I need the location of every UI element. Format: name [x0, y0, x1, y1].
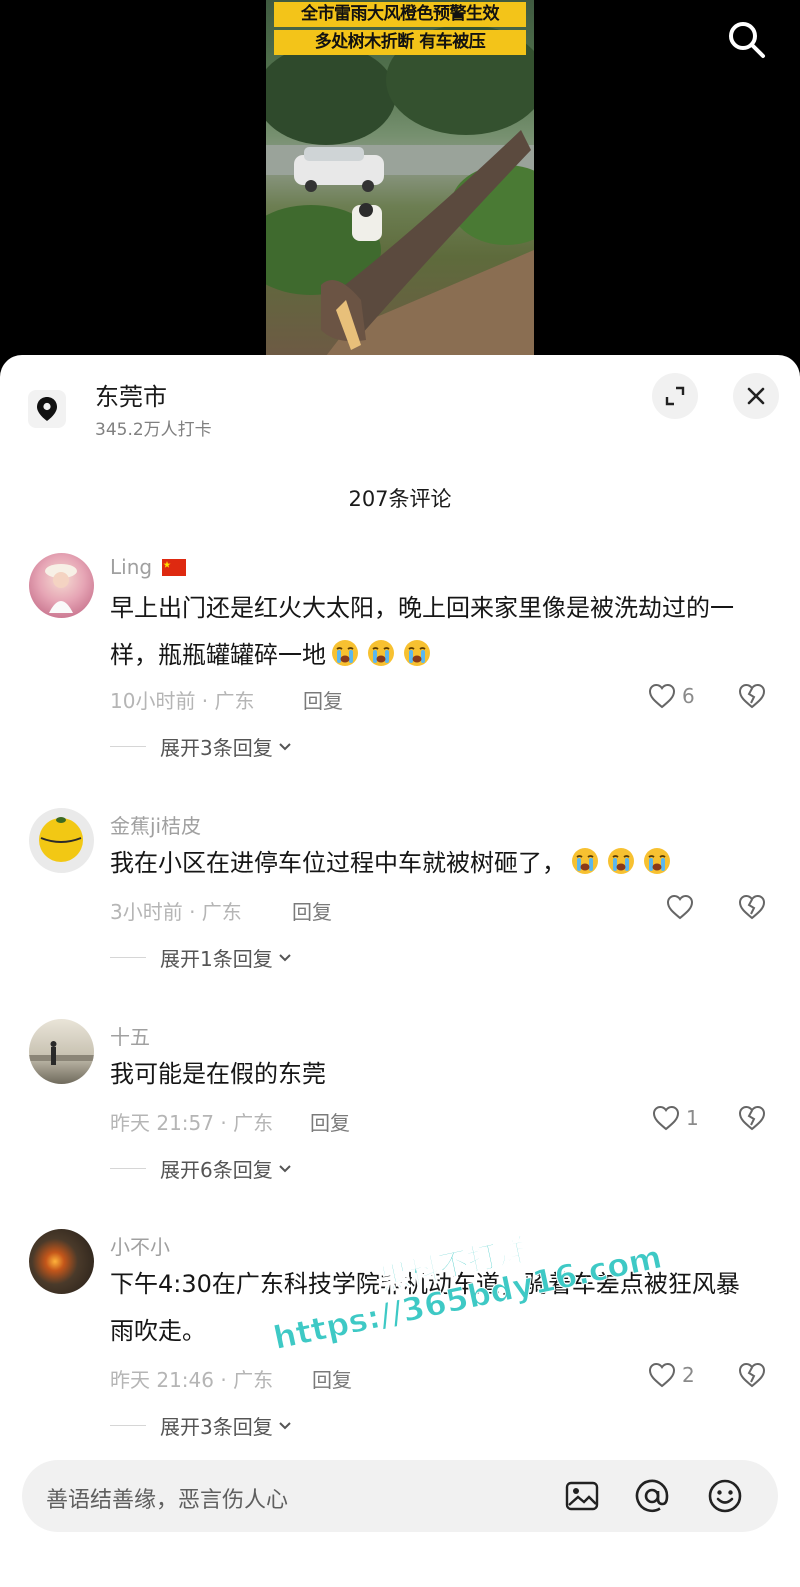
comment-count: 207条评论 — [348, 487, 452, 511]
broken-heart-icon — [738, 683, 766, 709]
expand-icon — [665, 386, 685, 406]
username-text: Ling — [110, 555, 153, 579]
comment-item: 小不小 下午4:30在广东科技学院非机动车道，骑着车差点被狂风暴雨吹走。 昨天 … — [0, 1221, 800, 1441]
video-caption-line2: 多处树木折断 有车被压 — [274, 30, 526, 55]
broken-heart-icon — [738, 1105, 766, 1131]
like-count: 6 — [682, 684, 695, 708]
crying-face-icon — [604, 845, 638, 892]
emoji-icon — [708, 1479, 742, 1513]
reply-button[interactable]: 回复 — [292, 896, 332, 925]
comment-username[interactable]: Ling — [110, 555, 187, 579]
expand-replies[interactable]: 展开3条回复 — [110, 732, 293, 761]
comments-sheet: 东莞市 345.2万人打卡 207条评论 Ling 早上出门还是红火大太阳，晚上… — [0, 355, 800, 1587]
video-thumbnail[interactable]: 全市雷雨大风橙色预警生效 多处树木折断 有车被压 — [266, 0, 534, 356]
like-count: 2 — [682, 1363, 695, 1387]
crying-face-icon — [640, 845, 674, 892]
expand-replies[interactable]: 展开6条回复 — [110, 1154, 293, 1183]
comment-text: 下午4:30在广东科技学院非机动车道，骑着车差点被狂风暴雨吹走。 — [110, 1270, 740, 1345]
comment-text: 我可能是在假的东莞 — [110, 1060, 326, 1088]
location-checkins: 345.2万人打卡 — [95, 420, 212, 440]
crying-face-icon — [328, 637, 362, 684]
heart-icon — [648, 683, 676, 709]
dislike-button[interactable] — [738, 1362, 766, 1392]
avatar[interactable] — [29, 1229, 94, 1294]
crying-face-icon — [568, 845, 602, 892]
crying-face-icon — [364, 637, 398, 684]
comment-item: 金蕉ji桔皮 我在小区在进停车位过程中车就被树砸了， 3小时前 · 广东 回复 … — [0, 800, 800, 972]
reply-button[interactable]: 回复 — [303, 685, 343, 714]
expand-replies[interactable]: 展开1条回复 — [110, 943, 293, 972]
location-name[interactable]: 东莞市 — [95, 377, 167, 412]
avatar[interactable] — [29, 553, 94, 618]
divider — [110, 957, 146, 958]
close-button[interactable] — [733, 373, 779, 419]
image-icon — [565, 1481, 599, 1511]
heart-icon — [652, 1105, 680, 1131]
comment-item: Ling 早上出门还是红火大太阳，晚上回来家里像是被洗劫过的一样，瓶瓶罐罐碎一地… — [0, 545, 800, 760]
comment-input[interactable]: 善语结善缘，恶言伤人心 — [22, 1460, 778, 1532]
like-button[interactable]: 2 — [648, 1362, 695, 1388]
chevron-down-icon — [279, 1421, 291, 1429]
divider — [110, 1168, 146, 1169]
comment-input-bar: 善语结善缘，恶言伤人心 — [0, 1443, 800, 1587]
expand-replies-label: 展开3条回复 — [160, 736, 273, 760]
chevron-down-icon — [279, 1164, 291, 1172]
chevron-down-icon — [279, 742, 291, 750]
reply-button[interactable]: 回复 — [310, 1107, 350, 1136]
mention-button[interactable] — [632, 1476, 672, 1516]
search-button[interactable] — [725, 18, 769, 62]
video-area[interactable]: 全市雷雨大风橙色预警生效 多处树木折断 有车被压 — [0, 0, 800, 360]
avatar[interactable] — [29, 1019, 94, 1084]
comment-username[interactable]: 十五 — [110, 1021, 150, 1050]
like-count: 1 — [686, 1106, 699, 1130]
comment-username[interactable]: 小不小 — [110, 1231, 170, 1260]
comment-text: 早上出门还是红火大太阳，晚上回来家里像是被洗劫过的一样，瓶瓶罐罐碎一地 — [110, 585, 760, 684]
comment-time-location: 3小时前 · 广东 — [110, 900, 242, 924]
dislike-button[interactable] — [738, 1105, 766, 1135]
dislike-button[interactable] — [738, 894, 766, 924]
china-flag-icon — [162, 559, 187, 576]
like-button[interactable] — [666, 894, 700, 920]
comment-item: 十五 我可能是在假的东莞 昨天 21:57 · 广东 回复 1 展开6条回复 — [0, 1011, 800, 1183]
like-button[interactable]: 6 — [648, 683, 695, 709]
heart-icon — [648, 1362, 676, 1388]
search-icon — [729, 22, 765, 58]
avatar[interactable] — [29, 808, 94, 873]
broken-heart-icon — [738, 894, 766, 920]
broken-heart-icon — [738, 1362, 766, 1388]
comment-time-location: 10小时前 · 广东 — [110, 689, 255, 713]
expand-replies-label: 展开3条回复 — [160, 1415, 273, 1439]
comment-text-content: 我在小区在进停车位过程中车就被树砸了， — [110, 849, 566, 877]
emoji-button[interactable] — [705, 1476, 745, 1516]
divider — [110, 746, 146, 747]
expand-replies-label: 展开1条回复 — [160, 947, 273, 971]
location-pin-icon — [37, 397, 57, 421]
comment-input-placeholder: 善语结善缘，恶言伤人心 — [46, 1488, 289, 1513]
comment-time-location: 昨天 21:57 · 广东 — [110, 1111, 274, 1135]
comment-time-location: 昨天 21:46 · 广东 — [110, 1368, 274, 1392]
dislike-button[interactable] — [738, 683, 766, 713]
chevron-down-icon — [279, 953, 291, 961]
expand-replies[interactable]: 展开3条回复 — [110, 1411, 293, 1440]
heart-icon — [666, 894, 694, 920]
like-button[interactable]: 1 — [652, 1105, 699, 1131]
divider — [110, 1425, 146, 1426]
comment-text: 我在小区在进停车位过程中车就被树砸了， — [110, 840, 760, 892]
close-icon — [747, 387, 765, 405]
expand-replies-label: 展开6条回复 — [160, 1158, 273, 1182]
location-icon-box[interactable] — [28, 390, 66, 428]
video-caption-line1: 全市雷雨大风橙色预警生效 — [274, 2, 526, 27]
crying-face-icon — [400, 637, 434, 684]
comment-username[interactable]: 金蕉ji桔皮 — [110, 810, 201, 839]
reply-button[interactable]: 回复 — [312, 1364, 352, 1393]
expand-button[interactable] — [652, 373, 698, 419]
image-button[interactable] — [562, 1476, 602, 1516]
at-mention-icon — [635, 1479, 669, 1513]
